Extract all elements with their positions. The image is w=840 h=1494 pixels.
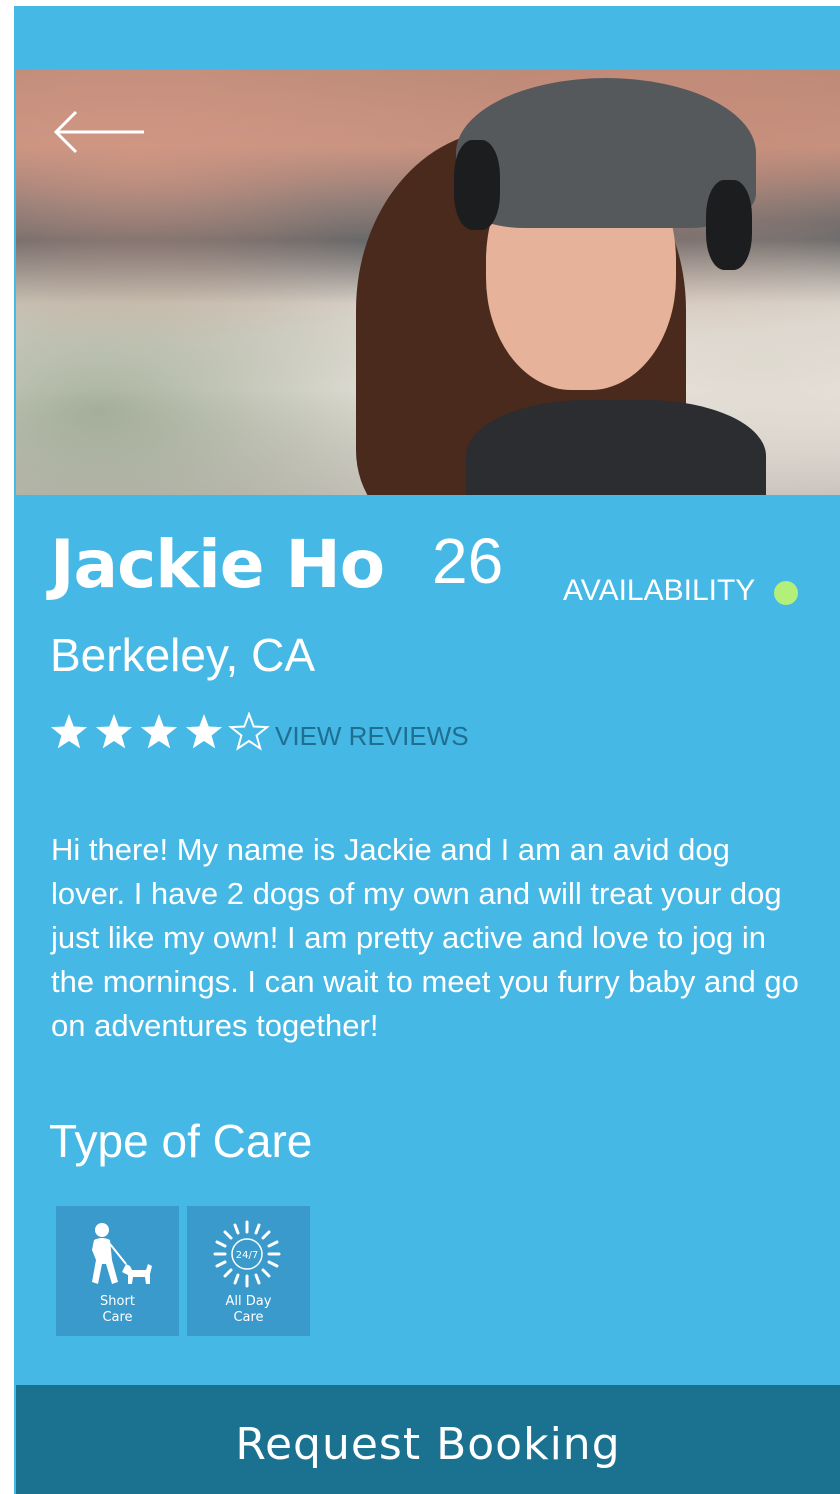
care-option-label: All Day Care xyxy=(225,1294,272,1325)
availability-label: AVAILABILITY xyxy=(563,574,756,607)
star-outline-icon xyxy=(228,712,270,751)
back-arrow-icon xyxy=(53,110,144,154)
sitter-location: Berkeley, CA xyxy=(50,629,316,681)
request-booking-label: Request Booking xyxy=(235,1419,621,1470)
profile-screen: Jackie Ho 26 AVAILABILITY Berkeley, CA V… xyxy=(14,6,840,1494)
care-option-label: Short Care xyxy=(100,1294,135,1325)
person-walking-dog-icon xyxy=(92,1223,152,1284)
sun-24-7-icon: 24/7 xyxy=(213,1220,281,1288)
back-button[interactable] xyxy=(53,110,146,154)
view-reviews-link[interactable]: VIEW REVIEWS xyxy=(275,721,469,752)
photo-headphone-left xyxy=(454,140,500,230)
star-filled-icon xyxy=(140,714,178,749)
care-type-heading: Type of Care xyxy=(49,1115,313,1167)
sitter-age: 26 xyxy=(432,525,504,597)
svg-text:24/7: 24/7 xyxy=(236,1250,258,1261)
care-option-all-day[interactable]: 24/7 All Day Care xyxy=(187,1206,310,1336)
care-type-options: Short Care 24/7 All Day Care xyxy=(56,1206,310,1336)
photo-headphone-right xyxy=(706,180,752,270)
care-option-short[interactable]: Short Care xyxy=(56,1206,179,1336)
star-filled-icon xyxy=(50,714,88,749)
rating-stars xyxy=(48,712,270,752)
sitter-name: Jackie Ho xyxy=(50,526,385,603)
photo-jacket xyxy=(466,400,766,495)
star-filled-icon xyxy=(185,714,223,749)
star-filled-icon xyxy=(95,714,133,749)
availability-status-dot xyxy=(774,581,798,605)
sitter-bio: Hi there! My name is Jackie and I am an … xyxy=(51,832,799,1043)
request-booking-button[interactable]: Request Booking xyxy=(16,1385,840,1494)
